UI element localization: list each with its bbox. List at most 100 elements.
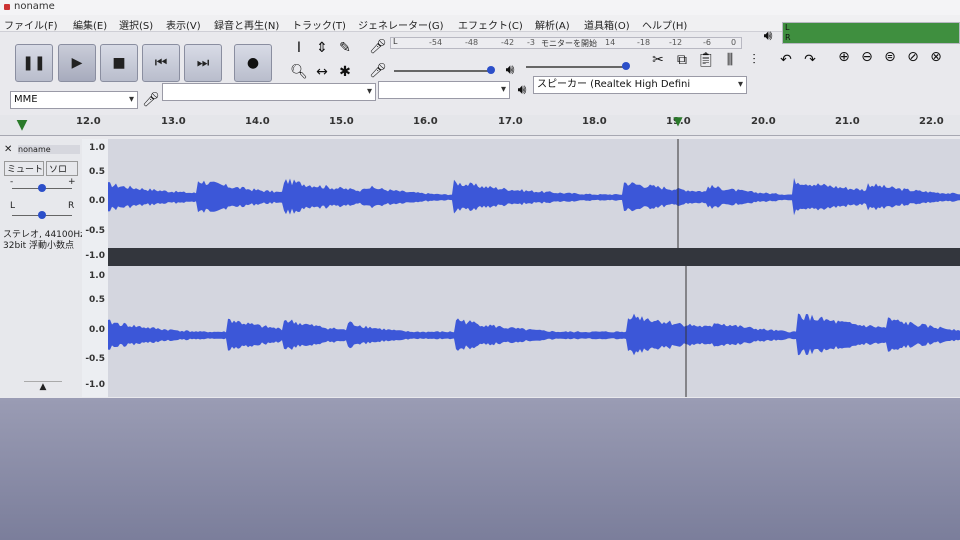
scale-label: -0.5	[85, 354, 105, 364]
pause-button[interactable]: ❚❚	[15, 44, 53, 82]
zoom-in-icon[interactable]: ⊕	[834, 47, 854, 67]
menu-view[interactable]: 表示(V)	[166, 17, 201, 32]
silence-icon[interactable]: ⫶	[744, 50, 764, 70]
trim-icon[interactable]: ⫼	[720, 50, 740, 70]
multi-tool-icon[interactable]: ✱	[335, 62, 355, 82]
menu-select[interactable]: 選択(S)	[119, 17, 153, 32]
playhead-marker-icon[interactable]: ▼	[668, 111, 688, 131]
meter-left-label: L	[393, 37, 398, 46]
track-name-menu[interactable]: noname	[18, 145, 80, 154]
selection-tool-icon[interactable]: I	[289, 38, 309, 58]
cut-icon[interactable]: ✂	[648, 50, 668, 70]
skip-to-end-button[interactable]: ⏭	[184, 44, 222, 82]
stop-button[interactable]: ■	[100, 44, 138, 82]
record-volume-knob[interactable]	[487, 66, 495, 74]
channel-separator	[108, 248, 960, 266]
speaker-meter-icon[interactable]: 🔊︎	[758, 26, 778, 46]
undo-icon[interactable]: ↶	[776, 50, 796, 70]
record-meter[interactable]: L -54 -48 -42 -3 モニターを開始 14 -18 -12 -6 0	[390, 37, 742, 49]
playback-volume-slider[interactable]	[526, 66, 628, 68]
output-device-icon: 🔊︎	[517, 82, 527, 98]
menu-tools[interactable]: 道具箱(O)	[584, 17, 630, 32]
window-title: noname	[14, 1, 55, 12]
fit-project-icon[interactable]: ⊘	[903, 47, 923, 67]
scale-label: 0.5	[89, 295, 105, 305]
menu-effect[interactable]: エフェクト(C)	[458, 17, 523, 32]
pan-right-label: R	[68, 201, 75, 211]
microphone-icon[interactable]: 🎤︎	[368, 37, 388, 57]
play-button[interactable]: ▶	[58, 44, 96, 82]
meter-left-label: L	[785, 23, 790, 32]
ruler-label: 18.0	[582, 116, 607, 127]
ruler-label: 13.0	[161, 116, 186, 127]
pan-slider-knob[interactable]	[38, 211, 46, 219]
skip-to-start-button[interactable]: ⏮	[142, 44, 180, 82]
ruler-label: 12.0	[76, 116, 101, 127]
gain-plus-label: +	[68, 177, 76, 187]
timeline-options-icon[interactable]: ▼	[12, 115, 32, 135]
record-meter-tick: 0	[731, 38, 737, 47]
empty-track-area[interactable]	[0, 398, 960, 540]
gain-slider-knob[interactable]	[38, 184, 46, 192]
ruler-label: 20.0	[751, 116, 776, 127]
timeline-ruler[interactable]: ▼ 12.0 13.0 14.0 15.0 16.0 17.0 18.0 19.…	[0, 114, 960, 136]
zoom-toggle-icon[interactable]: ⊗	[926, 47, 946, 67]
playback-volume-knob[interactable]	[621, 62, 630, 70]
start-monitoring-label[interactable]: モニターを開始	[541, 38, 597, 49]
menu-edit[interactable]: 編集(E)	[73, 17, 107, 32]
scale-label: -0.5	[85, 226, 105, 236]
fit-selection-icon[interactable]: ⊜	[880, 47, 900, 67]
audacity-window: noname ファイル(F) 編集(E) 選択(S) 表示(V) 録音と再生(N…	[0, 0, 960, 398]
record-volume-slider[interactable]	[394, 70, 494, 72]
scale-label: 0.0	[89, 196, 105, 206]
record-meter-tick: 14	[605, 38, 616, 47]
gain-minus-label: -	[10, 177, 14, 187]
output-device-select[interactable]: スピーカー (Realtek High Defini	[533, 76, 747, 94]
copy-icon[interactable]: ⧉	[672, 50, 692, 70]
ruler-label: 22.0	[919, 116, 944, 127]
draw-tool-icon[interactable]: ✎	[335, 38, 355, 58]
menu-generate[interactable]: ジェネレーター(G)	[358, 17, 444, 32]
envelope-tool-icon[interactable]: ⇕	[312, 38, 332, 58]
waveform-area[interactable]	[108, 139, 960, 397]
record-meter-tick: -42	[501, 38, 515, 47]
menu-analyze[interactable]: 解析(A)	[535, 17, 570, 32]
scale-label: 0.5	[89, 167, 105, 177]
input-device-select[interactable]	[162, 83, 376, 101]
menu-tracks[interactable]: トラック(T)	[292, 17, 346, 32]
scale-label: 0.0	[89, 325, 105, 335]
left-channel-waveform[interactable]	[108, 139, 960, 248]
track-format-bits: 32bit 浮動小数点	[3, 241, 75, 251]
scale-label: 1.0	[89, 271, 105, 281]
pan-left-label: L	[10, 201, 16, 211]
time-shift-tool-icon[interactable]: ↔	[312, 62, 332, 82]
menu-file[interactable]: ファイル(F)	[4, 17, 58, 32]
right-channel-waveform[interactable]	[108, 266, 960, 397]
record-meter-tick: -54	[429, 38, 443, 47]
track-close-button[interactable]: ✕	[4, 144, 12, 155]
menu-help[interactable]: ヘルプ(H)	[642, 17, 687, 32]
solo-button[interactable]: ソロ	[46, 161, 78, 176]
app-icon	[4, 4, 10, 10]
record-meter-tick: -3	[527, 38, 535, 47]
ruler-label: 16.0	[413, 116, 438, 127]
record-meter-tick: -12	[669, 38, 683, 47]
zoom-tool-icon[interactable]: 🔍︎	[289, 62, 309, 82]
audio-host-select[interactable]: MME	[10, 91, 138, 109]
playback-meter[interactable]: L R	[782, 22, 960, 44]
collapse-track-button[interactable]: ▲	[24, 381, 62, 392]
menu-transport[interactable]: 録音と再生(N)	[214, 17, 279, 32]
input-channels-select[interactable]	[378, 81, 510, 99]
right-channel[interactable]	[108, 266, 960, 397]
vertical-scale: 1.0 0.5 0.0 -0.5 -1.0 1.0 0.5 0.0 -0.5 -…	[82, 139, 109, 397]
title-bar: noname	[0, 0, 960, 15]
mute-button[interactable]: ミュート	[4, 161, 44, 176]
redo-icon[interactable]: ↷	[800, 50, 820, 70]
zoom-out-icon[interactable]: ⊖	[857, 47, 877, 67]
record-button[interactable]: ●	[234, 44, 272, 82]
record-meter-tick: -48	[465, 38, 479, 47]
ruler-label: 21.0	[835, 116, 860, 127]
track-control-panel: ✕ noname ミュート ソロ - + L R ステレオ, 44100Hz 3…	[0, 139, 85, 397]
paste-icon[interactable]: 📋︎	[696, 50, 716, 70]
left-channel[interactable]	[108, 139, 960, 248]
